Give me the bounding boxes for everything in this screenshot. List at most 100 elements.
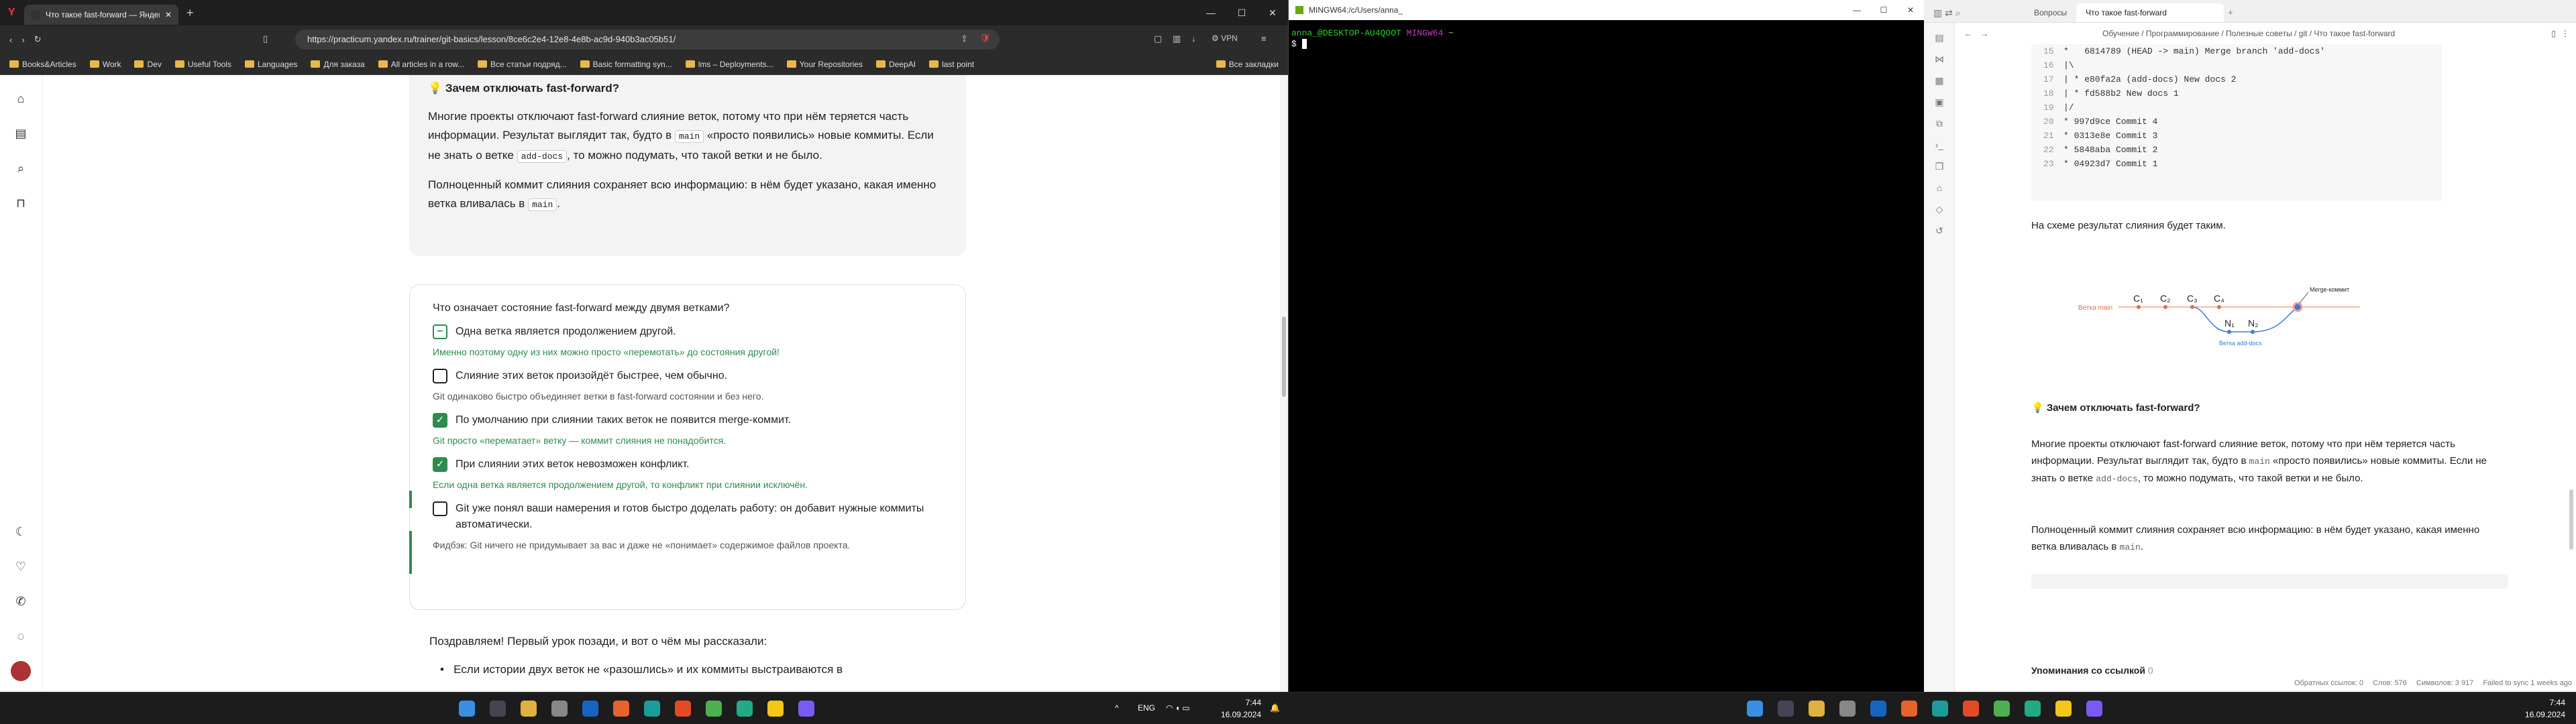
chrome-icon[interactable]: [706, 701, 722, 717]
lessons-icon[interactable]: ▤: [13, 126, 28, 141]
maximize-button[interactable]: ☐: [1870, 0, 1897, 20]
edge-icon[interactable]: [644, 701, 660, 717]
forward-icon[interactable]: ›: [21, 35, 24, 45]
explorer-icon[interactable]: [1809, 701, 1825, 717]
tabs-icon[interactable]: ▢: [1154, 34, 1162, 44]
bookmark-item[interactable]: lms – Deployments...: [685, 60, 773, 69]
mail-icon[interactable]: [551, 701, 568, 717]
start-icon[interactable]: [1747, 701, 1763, 717]
theme-icon[interactable]: ☾: [13, 524, 28, 539]
more-options-icon[interactable]: ⋮: [2561, 29, 2569, 38]
canvas-icon[interactable]: ▦: [1933, 75, 1945, 87]
url-input[interactable]: https://practicum.yandex.ru/trainer/git-…: [295, 29, 1000, 50]
browser-tab-active[interactable]: Что такое fast-forward — Яндекс ✕: [24, 5, 178, 25]
start-icon[interactable]: [459, 701, 475, 717]
quiz-option-row[interactable]: Слияние этих веток произойдёт быстрее, ч…: [433, 368, 943, 384]
close-button[interactable]: ✕: [1897, 0, 1924, 20]
copy-icon[interactable]: ❐: [1933, 161, 1945, 173]
quiz-option-row[interactable]: ✓ При слиянии этих веток невозможен конфл…: [433, 457, 943, 473]
app-icon[interactable]: [737, 701, 753, 717]
new-tab-button[interactable]: +: [2228, 3, 2233, 22]
obsidian-icon[interactable]: [798, 701, 814, 717]
quiz-option-row[interactable]: Git уже понял ваши намерения и готов быс…: [433, 501, 943, 533]
notes-scrollbar[interactable]: [2569, 489, 2573, 550]
bookmark-item[interactable]: DeepAI: [876, 60, 916, 69]
page-scrollbar[interactable]: [1280, 75, 1288, 692]
bookmark-item[interactable]: Dev: [134, 60, 162, 69]
checkbox[interactable]: [433, 369, 447, 383]
back-icon[interactable]: ←: [1964, 29, 1972, 38]
bookmark-item[interactable]: Useful Tools: [174, 60, 231, 69]
graph-icon[interactable]: ⋈: [1933, 54, 1945, 66]
bookmark-item[interactable]: Work: [89, 60, 121, 69]
empty-block[interactable]: [2031, 574, 2508, 589]
edge-icon[interactable]: [1932, 701, 1948, 717]
outlook-icon[interactable]: [582, 701, 598, 717]
download-icon[interactable]: ↓: [1191, 34, 1196, 44]
vpn-button[interactable]: ⚙ VPN: [1212, 34, 1238, 43]
checkbox[interactable]: [433, 501, 447, 516]
forward-icon[interactable]: →: [1980, 29, 1988, 38]
firefox-icon[interactable]: [1901, 701, 1917, 717]
quiz-option-row[interactable]: – Одна ветка является продолжением другой…: [433, 324, 943, 340]
clock[interactable]: 7:44 16.09.2024: [2525, 697, 2565, 721]
bookmark-item[interactable]: last point: [929, 60, 974, 69]
tab-fast-forward[interactable]: Что такое fast-forward: [2076, 3, 2224, 22]
bookmark-item[interactable]: Basic formatting syn...: [580, 60, 672, 69]
phone-icon[interactable]: ✆: [13, 594, 28, 609]
explorer-icon[interactable]: [521, 701, 537, 717]
app-icon[interactable]: [2055, 701, 2072, 717]
reload-icon[interactable]: ↻: [34, 34, 42, 45]
home-icon[interactable]: ⌂: [13, 91, 28, 106]
terminal-icon[interactable]: ›_: [1933, 139, 1945, 152]
avatar[interactable]: [11, 661, 31, 681]
close-button[interactable]: ✕: [1257, 0, 1288, 25]
share-icon[interactable]: ⇪: [961, 34, 968, 44]
mail-icon[interactable]: [1839, 701, 1856, 717]
bookmark-item[interactable]: All articles in a row...: [378, 60, 464, 69]
minimize-button[interactable]: —: [1195, 0, 1226, 25]
menu-icon[interactable]: ≡: [1261, 34, 1267, 44]
template-icon[interactable]: ⧉: [1933, 118, 1945, 130]
bookmark-item[interactable]: Languages: [244, 60, 297, 69]
taskview-icon[interactable]: [1778, 701, 1794, 717]
chat-icon[interactable]: ◌: [13, 629, 28, 644]
favorite-icon[interactable]: ♡: [13, 559, 28, 574]
app-icon[interactable]: [2025, 701, 2041, 717]
file-icon[interactable]: ▤: [1933, 32, 1945, 44]
chrome-icon[interactable]: [1994, 701, 2010, 717]
checkbox[interactable]: –: [433, 324, 447, 339]
brave-icon[interactable]: [675, 701, 691, 717]
bookmark-item[interactable]: Все статьи подряд...: [478, 60, 567, 69]
bookmark-page-icon[interactable]: ▯: [263, 34, 268, 44]
search-icon[interactable]: ⌕: [13, 161, 28, 176]
tab-close-icon[interactable]: ✕: [165, 10, 172, 19]
tab-questions[interactable]: Вопросы: [2025, 3, 2076, 22]
tag-icon[interactable]: ◇: [1933, 204, 1945, 216]
clock[interactable]: 7:44 16.09.2024: [1221, 697, 1261, 721]
brave-icon[interactable]: [1963, 701, 1979, 717]
terminal-body[interactable]: anna_@DESKTOP-AU4QOOT MINGW64 ~ $ _: [1289, 20, 1924, 50]
calendar-icon[interactable]: ▣: [1933, 97, 1945, 109]
app-icon[interactable]: [767, 701, 784, 717]
network-icon[interactable]: ◠ ◖ ▭: [1166, 703, 1190, 713]
sidebar-icon[interactable]: ▥: [1173, 34, 1181, 44]
maximize-button[interactable]: ☐: [1226, 0, 1257, 25]
language-indicator[interactable]: ENG: [1138, 703, 1155, 713]
notification-icon[interactable]: 🔔: [1270, 703, 1280, 713]
obsidian-icon[interactable]: [2086, 701, 2102, 717]
scrollbar-thumb[interactable]: [1282, 316, 1286, 397]
shield-icon[interactable]: 🛡: [979, 33, 991, 44]
quiz-option-row[interactable]: ✓ По умолчанию при слиянии таких веток не…: [433, 412, 943, 428]
minimize-button[interactable]: —: [1843, 0, 1870, 20]
layout-icons[interactable]: ▥ ⇄ ⌕: [1924, 3, 2025, 22]
bookmark-item[interactable]: Для заказа: [311, 60, 365, 69]
checkbox[interactable]: ✓: [433, 413, 447, 428]
firefox-icon[interactable]: [613, 701, 629, 717]
bookmark-item[interactable]: Your Repositories: [786, 60, 863, 69]
checkbox[interactable]: ✓: [433, 457, 447, 472]
tray-chevron-icon[interactable]: ^: [1115, 703, 1119, 713]
bookmark-item[interactable]: Books&Articles: [9, 60, 76, 69]
outlook-icon[interactable]: [1870, 701, 1886, 717]
all-bookmarks[interactable]: Все закладки: [1216, 60, 1279, 69]
